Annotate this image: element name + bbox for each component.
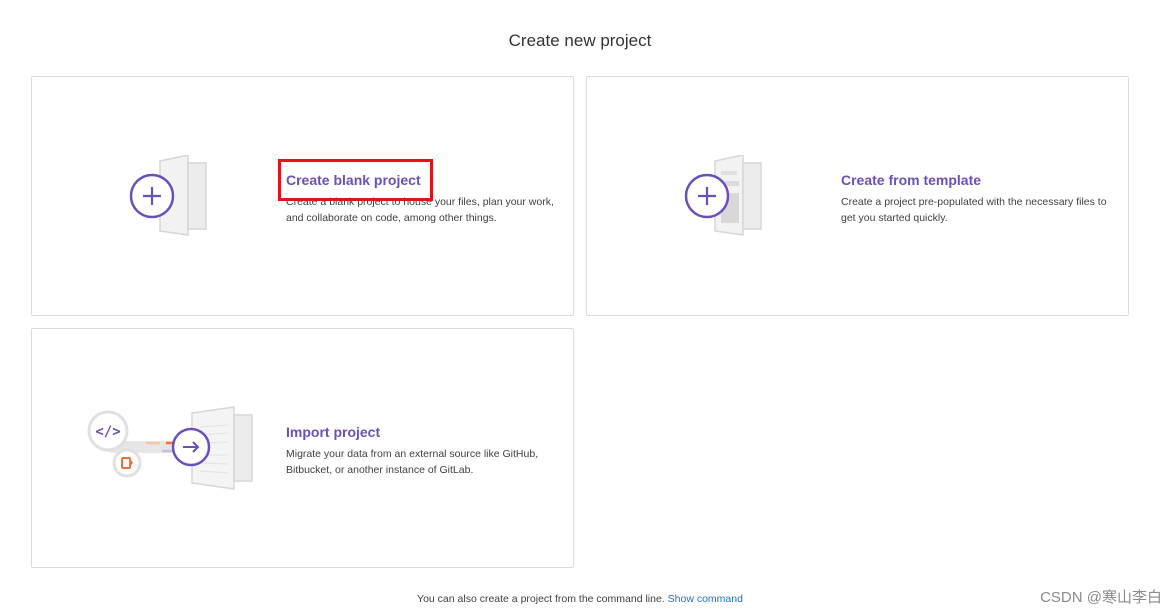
page-title: Create new project bbox=[508, 31, 652, 50]
create-from-template-card[interactable]: Create from template Create a project pr… bbox=[586, 76, 1129, 316]
footer-text: You can also create a project from the c… bbox=[417, 593, 665, 605]
card-title[interactable]: Import project bbox=[286, 423, 556, 441]
card-text: Import project Migrate your data from an… bbox=[286, 423, 556, 478]
card-text: Create from template Create a project pr… bbox=[841, 171, 1111, 226]
card-title[interactable]: Create blank project bbox=[286, 171, 556, 189]
footer: You can also create a project from the c… bbox=[0, 593, 1160, 605]
card-description: Migrate your data from an external sourc… bbox=[286, 448, 539, 476]
card-text: Create blank project Create a blank proj… bbox=[286, 171, 556, 226]
blank-project-icon bbox=[129, 155, 207, 236]
card-description: Create a project pre-populated with the … bbox=[841, 196, 1107, 224]
card-description: Create a blank project to house your fil… bbox=[286, 196, 554, 224]
import-project-card[interactable]: </> Import project Migrate your data fro… bbox=[31, 328, 574, 568]
import-project-icon: </> bbox=[87, 406, 253, 490]
card-title[interactable]: Create from template bbox=[841, 171, 1111, 189]
watermark: CSDN @寒山李白 bbox=[1040, 589, 1162, 606]
template-project-icon bbox=[684, 155, 762, 236]
svg-text:</>: </> bbox=[95, 424, 120, 440]
show-command-link[interactable]: Show command bbox=[668, 593, 743, 605]
create-blank-project-card[interactable]: Create blank project Create a blank proj… bbox=[31, 76, 574, 316]
